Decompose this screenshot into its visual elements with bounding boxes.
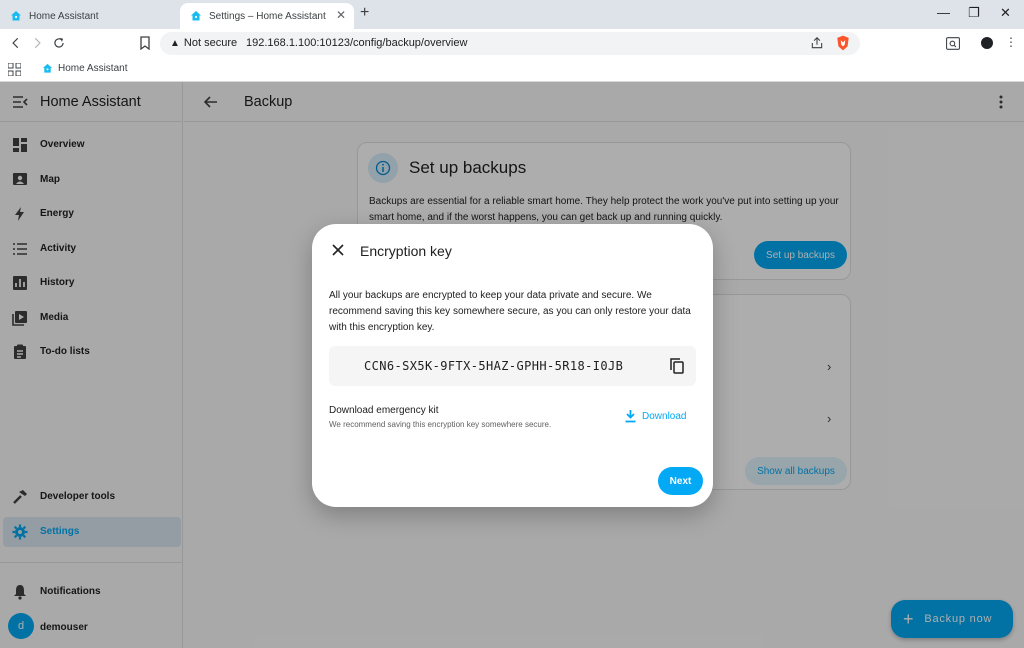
browser-tab-title: Settings – Home Assistant [209,10,326,22]
emergency-kit-subtitle: We recommend saving this encryption key … [329,420,552,429]
encryption-key-field: CCN6-SX5K-9FTX-5HAZ-GPHH-5R18-I0JB [329,346,696,386]
emergency-kit-title: Download emergency kit [329,405,439,416]
minimize-icon[interactable]: — [937,6,950,20]
browser-menu-icon[interactable]: ⋮ [1005,35,1017,49]
dialog-title: Encryption key [360,243,452,259]
bookmarks-bar: Home Assistant [0,58,1024,82]
brave-shield-icon[interactable] [836,35,850,51]
home-assistant-logo-icon [11,11,21,21]
download-icon [625,410,636,423]
browser-tab-home-assistant[interactable]: Home Assistant [0,3,176,29]
url-text[interactable]: 192.168.1.100:10123/config/backup/overvi… [246,37,467,49]
browser-tab-settings[interactable]: Settings – Home Assistant ✕ [180,3,354,29]
browser-toolbar: ▲ Not secure 192.168.1.100:10123/config/… [0,29,1024,58]
bookmark-label: Home Assistant [58,63,128,74]
home-assistant-logo-icon [42,63,53,73]
close-icon[interactable] [332,244,344,256]
download-label: Download [642,411,687,422]
address-bar-actions [810,35,850,51]
next-button[interactable]: Next [658,467,703,495]
bookmark-home-assistant[interactable]: Home Assistant [42,63,127,74]
download-button[interactable]: Download [625,410,686,423]
browser-titlebar: Home Assistant Settings – Home Assistant… [0,0,1024,29]
warning-icon: ▲ [170,37,180,49]
restore-icon[interactable]: ❐ [968,6,980,20]
encryption-key-dialog: Encryption key All your backups are encr… [312,224,713,507]
home-assistant-logo-icon [191,11,201,21]
apps-grid-icon[interactable] [8,63,21,76]
dialog-description: All your backups are encrypted to keep y… [329,290,691,333]
tab-close-icon[interactable]: ✕ [336,9,346,21]
browser-back-icon[interactable] [8,35,24,51]
reload-icon[interactable] [51,35,67,51]
browser-forward-icon[interactable] [29,35,45,51]
address-bar[interactable]: ▲ Not secure 192.168.1.100:10123/config/… [140,32,860,55]
copy-icon[interactable] [670,358,684,374]
tab-search-icon[interactable] [946,37,960,50]
new-tab-icon[interactable]: + [360,5,369,21]
security-label: Not secure [183,37,238,49]
encryption-key-value[interactable]: CCN6-SX5K-9FTX-5HAZ-GPHH-5R18-I0JB [364,359,623,373]
bookmark-icon[interactable] [139,36,151,53]
security-indicator[interactable]: ▲ Not secure [170,37,237,49]
window-close-icon[interactable]: ✕ [1000,6,1011,20]
share-icon[interactable] [810,36,824,50]
profile-icon[interactable] [981,37,993,49]
browser-tab-title: Home Assistant [29,10,99,22]
